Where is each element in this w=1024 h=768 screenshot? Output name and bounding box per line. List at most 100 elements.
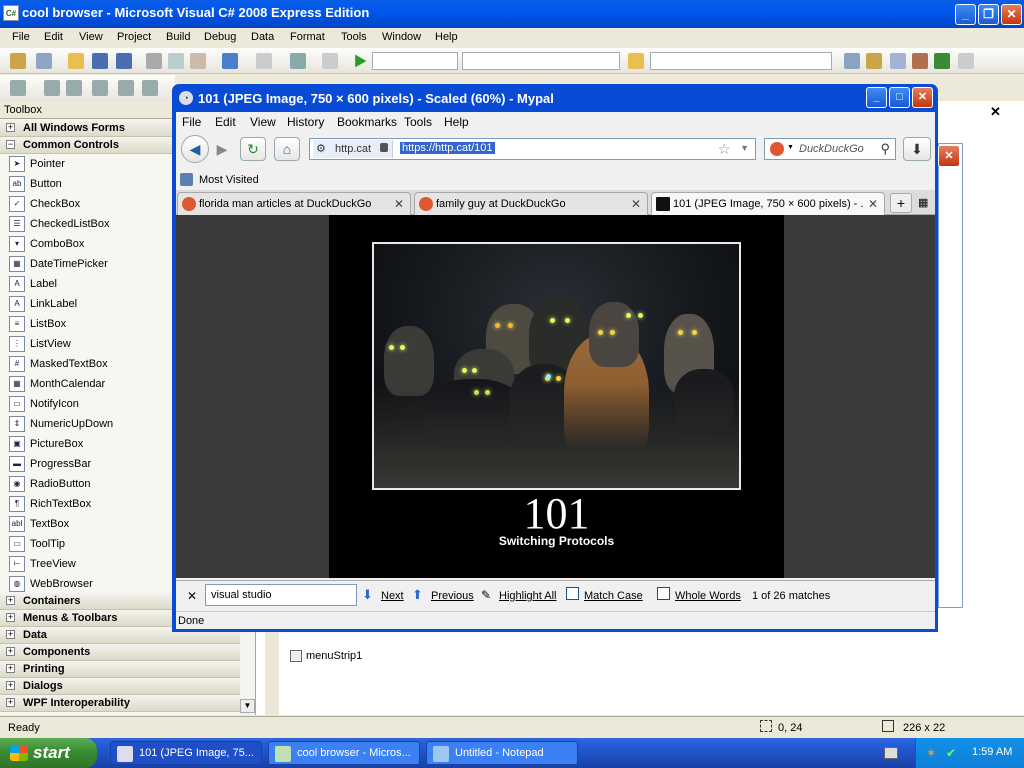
tab-close-icon[interactable]: ✕ (631, 197, 641, 211)
search-bar[interactable]: ▼ DuckDuckGo ⚲ (764, 138, 896, 160)
whole-words-checkbox[interactable] (657, 587, 670, 600)
component-tray-menustrip[interactable]: menuStrip1 (290, 650, 362, 663)
next-arrow-icon[interactable]: ⬇ (362, 587, 373, 603)
align-middles-icon[interactable] (118, 80, 134, 96)
menu-tools[interactable]: Tools (341, 31, 367, 43)
toolbox-category-wpf-interop[interactable]: + WPF Interoperability (0, 695, 240, 712)
open-folder-icon[interactable] (68, 53, 84, 69)
menu-data[interactable]: Data (251, 31, 274, 43)
start-page-icon[interactable] (934, 53, 950, 69)
find-close-icon[interactable]: ✕ (187, 589, 197, 603)
find-next-button[interactable]: Next (381, 590, 404, 602)
menu-window[interactable]: Window (382, 31, 421, 43)
reload-icon[interactable]: ↻ (240, 137, 266, 161)
align-rights-icon[interactable] (66, 80, 82, 96)
add-item-icon[interactable] (36, 53, 52, 69)
find-combo[interactable] (650, 52, 832, 70)
browser-menu-tools[interactable]: Tools (404, 115, 432, 129)
form-close-icon[interactable]: ✕ (938, 145, 960, 167)
solution-explorer-icon[interactable] (844, 53, 860, 69)
taskbar-item-notepad[interactable]: Untitled - Notepad (426, 741, 578, 765)
find-in-files-icon[interactable] (628, 53, 644, 69)
search-icon[interactable]: ⚲ (880, 141, 890, 157)
browser-menu-view[interactable]: View (250, 115, 276, 129)
menu-project[interactable]: Project (117, 31, 151, 43)
tab-close-icon[interactable]: ✕ (394, 197, 404, 211)
match-case-checkbox[interactable] (566, 587, 579, 600)
menu-debug[interactable]: Debug (204, 31, 236, 43)
copy-icon[interactable] (168, 53, 184, 69)
expand-icon[interactable]: + (6, 647, 15, 656)
platform-combo[interactable] (462, 52, 620, 70)
tab-http-cat-101[interactable]: 101 (JPEG Image, 750 × 600 pixels) - ...… (651, 192, 885, 215)
restore-button[interactable]: ❐ (978, 4, 999, 25)
toolbox-category-printing[interactable]: + Printing (0, 661, 240, 678)
form-preview-edge[interactable] (938, 143, 963, 608)
minimize-button[interactable]: _ (955, 4, 976, 25)
align-tops-icon[interactable] (92, 80, 108, 96)
tab-close-icon[interactable]: ✕ (868, 197, 878, 211)
browser-menu-edit[interactable]: Edit (215, 115, 236, 129)
navigate-forward-icon[interactable] (322, 53, 338, 69)
collapse-icon[interactable]: − (6, 140, 15, 149)
menu-file[interactable]: File (12, 31, 30, 43)
network-icon[interactable]: ✶ (926, 746, 936, 760)
expand-icon[interactable]: + (6, 596, 15, 605)
browser-minimize-button[interactable]: _ (866, 87, 887, 108)
taskbar-item-visual-studio[interactable]: cool browser - Micros... (268, 741, 420, 765)
find-previous-button[interactable]: Previous (431, 590, 474, 602)
match-case-label[interactable]: Match Case (584, 590, 643, 602)
menu-build[interactable]: Build (166, 31, 190, 43)
new-tab-icon[interactable]: + (890, 193, 912, 213)
redo-icon[interactable] (256, 53, 272, 69)
save-all-icon[interactable] (116, 53, 132, 69)
browser-close-button[interactable]: ✕ (912, 87, 933, 108)
toolbox-category-components[interactable]: + Components (0, 644, 240, 661)
engine-dropdown-icon[interactable]: ▼ (787, 144, 794, 151)
object-browser-icon[interactable] (890, 53, 906, 69)
previous-arrow-icon[interactable]: ⬆ (412, 587, 423, 603)
safely-remove-icon[interactable]: ✔ (946, 746, 956, 760)
forward-arrow-icon[interactable]: ▶ (211, 138, 233, 160)
align-centers-icon[interactable] (44, 80, 60, 96)
cut-icon[interactable] (146, 53, 162, 69)
list-all-tabs-icon[interactable]: ▦ (918, 196, 928, 209)
highlight-icon[interactable]: ✎ (481, 588, 491, 602)
tab-family-guy[interactable]: family guy at DuckDuckGo ✕ (414, 192, 648, 215)
menu-help[interactable]: Help (435, 31, 458, 43)
browser-menu-file[interactable]: File (182, 115, 201, 129)
undo-icon[interactable] (222, 53, 238, 69)
toolbox-category-dialogs[interactable]: + Dialogs (0, 678, 240, 695)
url-text[interactable]: https://http.cat/101 (400, 142, 495, 154)
properties-icon[interactable] (866, 53, 882, 69)
align-bottoms-icon[interactable] (142, 80, 158, 96)
expand-icon[interactable]: + (6, 630, 15, 639)
highlight-all-button[interactable]: Highlight All (499, 590, 556, 602)
designer-close-icon[interactable]: ✕ (990, 104, 1001, 120)
paste-icon[interactable] (190, 53, 206, 69)
menu-view[interactable]: View (79, 31, 103, 43)
toolbar-options-icon[interactable] (958, 53, 974, 69)
solution-config-combo[interactable] (372, 52, 458, 70)
toolbox-icon[interactable] (912, 53, 928, 69)
start-button[interactable]: start (0, 738, 97, 768)
url-dropdown-icon[interactable]: ▼ (740, 143, 749, 153)
new-project-icon[interactable] (10, 53, 26, 69)
align-lefts-icon[interactable] (10, 80, 26, 96)
download-icon[interactable]: ⬇ (903, 137, 931, 161)
browser-maximize-button[interactable]: □ (889, 87, 910, 108)
close-button[interactable]: ✕ (1001, 4, 1022, 25)
expand-icon[interactable]: + (6, 613, 15, 622)
browser-menu-bookmarks[interactable]: Bookmarks (337, 115, 397, 129)
most-visited-link[interactable]: Most Visited (199, 174, 259, 186)
menu-format[interactable]: Format (290, 31, 325, 43)
find-input[interactable] (205, 584, 357, 606)
browser-menu-help[interactable]: Help (444, 115, 469, 129)
start-debugging-icon[interactable] (355, 54, 367, 68)
save-icon[interactable] (92, 53, 108, 69)
home-icon[interactable]: ⌂ (274, 137, 300, 161)
scroll-down-icon[interactable]: ▼ (240, 699, 255, 713)
whole-words-label[interactable]: Whole Words (675, 590, 741, 602)
back-arrow-icon[interactable]: ◀ (181, 135, 209, 163)
bookmark-star-icon[interactable]: ☆ (718, 140, 731, 158)
